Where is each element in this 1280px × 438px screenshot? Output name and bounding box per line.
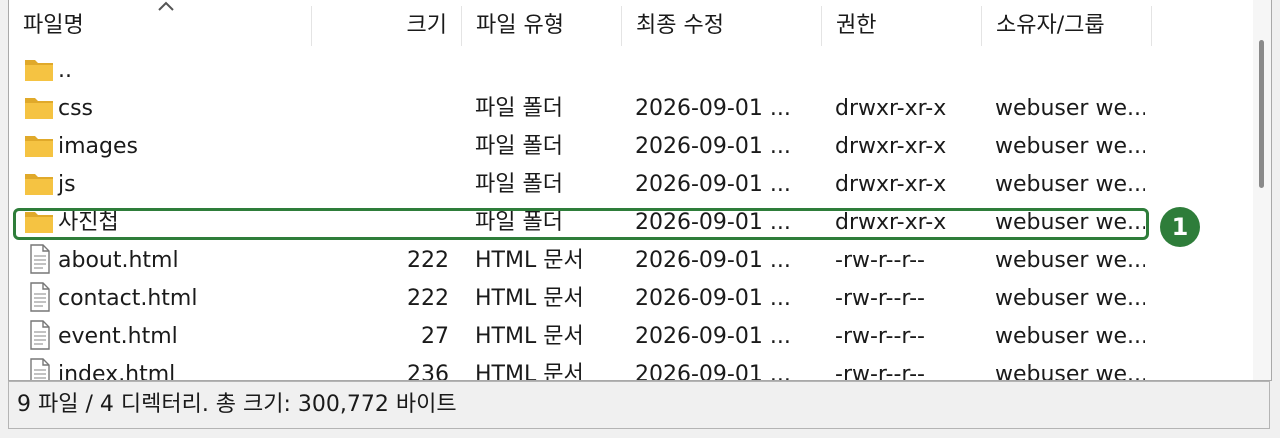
list-item[interactable]: .. xyxy=(9,52,1253,90)
list-item[interactable]: contact.html 222 HTML 문서 2026-09-01 ... … xyxy=(9,280,1253,318)
file-name-cell: images xyxy=(23,128,313,166)
column-owner-header[interactable]: 소유자/그룹 xyxy=(982,0,1152,48)
file-name-cell: contact.html xyxy=(23,280,313,318)
file-owner: webuser we... xyxy=(995,362,1145,381)
file-permissions: drwxr-xr-x xyxy=(835,172,947,197)
column-header: 파일명 크기 파일 유형 최종 수정 권한 소유자/그룹 xyxy=(9,0,1253,48)
file-owner: webuser we... xyxy=(995,96,1145,121)
file-modified: 2026-09-01 ... xyxy=(635,324,791,349)
file-modified xyxy=(635,52,815,90)
file-name-cell: js xyxy=(23,166,313,204)
file-size xyxy=(319,128,449,166)
file-size xyxy=(319,90,449,128)
file-owner: webuser we... xyxy=(995,324,1145,349)
sort-ascending-icon xyxy=(158,1,174,11)
file-permissions: -rw-r--r-- xyxy=(835,286,925,311)
column-permissions-label: 권한 xyxy=(836,13,877,38)
column-size-label: 크기 xyxy=(406,13,447,38)
file-modified: 2026-09-01 ... xyxy=(635,286,791,311)
status-text: 9 파일 / 4 디렉터리. 총 크기: 300,772 바이트 xyxy=(17,392,457,417)
file-type: HTML 문서 xyxy=(475,248,584,273)
column-separator[interactable] xyxy=(1151,6,1152,46)
column-type-label: 파일 유형 xyxy=(476,13,564,38)
file-name: event.html xyxy=(58,324,178,349)
list-item[interactable]: images 파일 폴더 2026-09-01 ... drwxr-xr-x w… xyxy=(9,128,1253,166)
file-name-cell: event.html xyxy=(23,318,313,356)
file-permissions: -rw-r--r-- xyxy=(835,248,925,273)
file-name: images xyxy=(58,134,138,159)
folder-icon xyxy=(23,168,55,198)
highlight-box xyxy=(13,208,1149,240)
vertical-scrollbar[interactable] xyxy=(1253,0,1271,380)
file-name: css xyxy=(58,96,94,121)
file-size xyxy=(319,166,449,204)
column-modified-label: 최종 수정 xyxy=(636,13,724,38)
file-name: about.html xyxy=(58,248,179,273)
folder-icon xyxy=(23,54,55,84)
file-icon xyxy=(23,358,55,380)
file-modified: 2026-09-01 ... xyxy=(635,248,791,273)
file-permissions xyxy=(835,52,985,90)
file-type: 파일 폴더 xyxy=(475,172,563,197)
status-bar: 9 파일 / 4 디렉터리. 총 크기: 300,772 바이트 xyxy=(8,381,1270,429)
column-modified-header[interactable]: 최종 수정 xyxy=(622,0,822,48)
file-type xyxy=(475,52,615,90)
list-item[interactable]: about.html 222 HTML 문서 2026-09-01 ... -r… xyxy=(9,242,1253,280)
file-type: HTML 문서 xyxy=(475,286,584,311)
file-type: 파일 폴더 xyxy=(475,134,563,159)
list-item[interactable]: js 파일 폴더 2026-09-01 ... drwxr-xr-x webus… xyxy=(9,166,1253,204)
file-size: 222 xyxy=(407,286,449,311)
file-name-cell: .. xyxy=(23,52,313,90)
file-name: contact.html xyxy=(58,286,198,311)
file-name: js xyxy=(58,172,76,197)
folder-icon xyxy=(23,130,55,160)
file-name-cell: css xyxy=(23,90,313,128)
file-name-cell: index.html xyxy=(23,356,313,381)
file-owner xyxy=(995,52,1145,90)
file-owner: webuser we... xyxy=(995,286,1145,311)
file-permissions: drwxr-xr-x xyxy=(835,134,947,159)
column-type-header[interactable]: 파일 유형 xyxy=(462,0,622,48)
file-modified: 2026-09-01 ... xyxy=(635,362,791,381)
file-size: 222 xyxy=(407,248,449,273)
file-modified: 2026-09-01 ... xyxy=(635,134,791,159)
file-modified: 2026-09-01 ... xyxy=(635,172,791,197)
file-size: 27 xyxy=(421,324,449,349)
scrollbar-thumb[interactable] xyxy=(1259,40,1264,188)
column-permissions-header[interactable]: 권한 xyxy=(822,0,982,48)
file-list-panel: 파일명 크기 파일 유형 최종 수정 권한 소유자/그룹 .. css 파일 폴… xyxy=(8,0,1272,381)
file-owner: webuser we... xyxy=(995,172,1145,197)
step-badge: 1 xyxy=(1160,207,1200,247)
folder-icon xyxy=(23,92,55,122)
file-size: 236 xyxy=(407,362,449,381)
column-size-header[interactable]: 크기 xyxy=(312,0,461,48)
list-item[interactable]: event.html 27 HTML 문서 2026-09-01 ... -rw… xyxy=(9,318,1253,356)
file-name-cell: about.html xyxy=(23,242,313,280)
file-name: .. xyxy=(58,58,72,83)
list-item[interactable]: index.html 236 HTML 문서 2026-09-01 ... -r… xyxy=(9,356,1253,381)
file-type: HTML 문서 xyxy=(475,324,584,349)
file-permissions: drwxr-xr-x xyxy=(835,96,947,121)
file-permissions: -rw-r--r-- xyxy=(835,362,925,381)
file-icon xyxy=(23,320,55,350)
file-permissions: -rw-r--r-- xyxy=(835,324,925,349)
file-type: 파일 폴더 xyxy=(475,96,563,121)
file-icon xyxy=(23,282,55,312)
file-modified: 2026-09-01 ... xyxy=(635,96,791,121)
file-name: index.html xyxy=(58,362,176,381)
file-icon xyxy=(23,244,55,274)
column-name-label: 파일명 xyxy=(23,13,84,38)
file-type: HTML 문서 xyxy=(475,362,584,381)
file-size xyxy=(319,52,449,90)
file-owner: webuser we... xyxy=(995,134,1145,159)
file-owner: webuser we... xyxy=(995,248,1145,273)
list-item[interactable]: css 파일 폴더 2026-09-01 ... drwxr-xr-x webu… xyxy=(9,90,1253,128)
column-owner-label: 소유자/그룹 xyxy=(996,13,1105,38)
